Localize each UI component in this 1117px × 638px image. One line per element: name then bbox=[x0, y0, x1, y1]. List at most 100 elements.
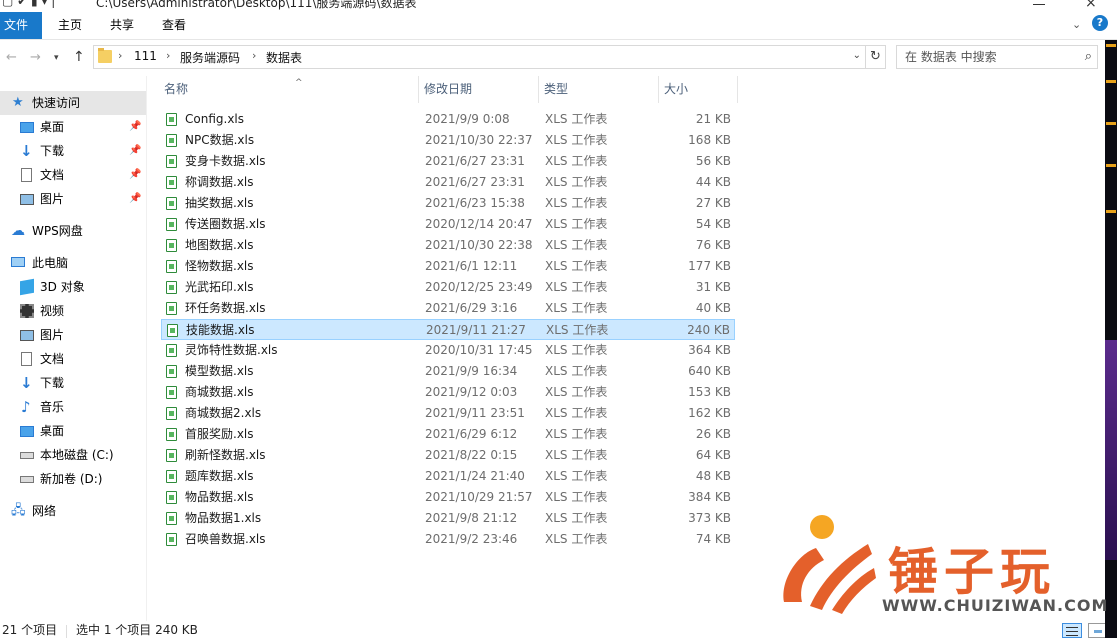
download-icon: ↓ bbox=[20, 374, 33, 392]
sidebar-item-label: 音乐 bbox=[40, 400, 65, 414]
sidebar-item-videos[interactable]: 视频 bbox=[0, 299, 146, 323]
help-icon[interactable]: ? bbox=[1092, 15, 1108, 31]
ribbon-expand-icon[interactable]: ⌄ bbox=[1072, 18, 1081, 31]
column-header-name[interactable]: 名称 ^ bbox=[159, 76, 417, 103]
file-type: XLS 工作表 bbox=[545, 133, 608, 147]
breadcrumb-separator-icon[interactable]: › bbox=[252, 49, 256, 62]
table-row[interactable]: 技能数据.xls 2021/9/11 21:27 XLS 工作表 240 KB bbox=[161, 319, 735, 340]
sidebar-item-documents-pc[interactable]: 文档 bbox=[0, 347, 146, 371]
file-size: 56 KB bbox=[695, 154, 731, 168]
table-row[interactable]: 称调数据.xls 2021/6/27 23:31 XLS 工作表 44 KB bbox=[161, 172, 735, 193]
file-type: XLS 工作表 bbox=[545, 385, 608, 399]
table-row[interactable]: 首服奖励.xls 2021/6/29 6:12 XLS 工作表 26 KB bbox=[161, 424, 735, 445]
file-type: XLS 工作表 bbox=[545, 217, 608, 231]
sidebar-item-this-pc[interactable]: 此电脑 bbox=[0, 251, 146, 275]
sidebar-item-desktop[interactable]: 桌面 📌 bbox=[0, 115, 146, 139]
table-row[interactable]: 召唤兽数据.xls 2021/9/2 23:46 XLS 工作表 74 KB bbox=[161, 529, 735, 550]
table-row[interactable]: 物品数据.xls 2021/10/29 21:57 XLS 工作表 384 KB bbox=[161, 487, 735, 508]
column-header-type[interactable]: 类型 bbox=[538, 76, 658, 103]
download-icon: ↓ bbox=[20, 142, 33, 160]
breadcrumb-111[interactable]: 111 bbox=[134, 49, 157, 63]
file-date: 2021/10/30 22:37 bbox=[425, 133, 533, 147]
sidebar-item-desktop-pc[interactable]: 桌面 bbox=[0, 419, 146, 443]
file-type: XLS 工作表 bbox=[545, 301, 608, 315]
sidebar-item-drive-d[interactable]: 新加卷 (D:) bbox=[0, 467, 146, 491]
back-arrow-icon[interactable]: ← bbox=[6, 50, 17, 65]
file-name: 题库数据.xls bbox=[185, 469, 254, 483]
table-row[interactable]: 地图数据.xls 2021/10/30 22:38 XLS 工作表 76 KB bbox=[161, 235, 735, 256]
forward-arrow-icon[interactable]: → bbox=[30, 50, 41, 65]
sidebar-item-3d-objects[interactable]: 3D 对象 bbox=[0, 275, 146, 299]
file-name: 地图数据.xls bbox=[185, 238, 254, 252]
table-row[interactable]: 抽奖数据.xls 2021/6/23 15:38 XLS 工作表 27 KB bbox=[161, 193, 735, 214]
file-size: 177 KB bbox=[688, 259, 731, 273]
table-row[interactable]: 环任务数据.xls 2021/6/29 3:16 XLS 工作表 40 KB bbox=[161, 298, 735, 319]
tab-share[interactable]: 共享 bbox=[98, 12, 146, 39]
details-view-button[interactable] bbox=[1062, 623, 1082, 638]
pin-icon[interactable]: 📌 bbox=[129, 187, 141, 211]
close-button[interactable]: × bbox=[1085, 0, 1097, 11]
table-row[interactable]: 怪物数据.xls 2021/6/1 12:11 XLS 工作表 177 KB bbox=[161, 256, 735, 277]
table-row[interactable]: 商城数据.xls 2021/9/12 0:03 XLS 工作表 153 KB bbox=[161, 382, 735, 403]
excel-file-icon bbox=[166, 533, 177, 546]
quick-access-toolbar[interactable]: ▢ ✔ ▮ ▾ | bbox=[2, 0, 55, 8]
table-row[interactable]: 模型数据.xls 2021/9/9 16:34 XLS 工作表 640 KB bbox=[161, 361, 735, 382]
file-name: 模型数据.xls bbox=[185, 364, 254, 378]
sidebar-item-downloads[interactable]: ↓ 下载 📌 bbox=[0, 139, 146, 163]
table-row[interactable]: 传送圈数据.xls 2020/12/14 20:47 XLS 工作表 54 KB bbox=[161, 214, 735, 235]
file-date: 2020/12/25 23:49 bbox=[425, 280, 533, 294]
sidebar-item-pictures-pc[interactable]: 图片 bbox=[0, 323, 146, 347]
pin-icon[interactable]: 📌 bbox=[129, 115, 141, 139]
file-name: 怪物数据.xls bbox=[185, 259, 254, 273]
sidebar-item-documents[interactable]: 文档 📌 bbox=[0, 163, 146, 187]
table-row[interactable]: 商城数据2.xls 2021/9/11 23:51 XLS 工作表 162 KB bbox=[161, 403, 735, 424]
table-row[interactable]: 物品数据1.xls 2021/9/8 21:12 XLS 工作表 373 KB bbox=[161, 508, 735, 529]
up-arrow-icon[interactable]: ↑ bbox=[73, 49, 85, 65]
sidebar-item-music[interactable]: ♪ 音乐 bbox=[0, 395, 146, 419]
disk-icon bbox=[20, 452, 34, 459]
table-row[interactable]: Config.xls 2021/9/9 0:08 XLS 工作表 21 KB bbox=[161, 109, 735, 130]
pin-icon[interactable]: 📌 bbox=[129, 163, 141, 187]
sidebar-item-downloads-pc[interactable]: ↓ 下载 bbox=[0, 371, 146, 395]
tab-file[interactable]: 文件 bbox=[0, 12, 42, 39]
table-row[interactable]: 变身卡数据.xls 2021/6/27 23:31 XLS 工作表 56 KB bbox=[161, 151, 735, 172]
file-name: 物品数据.xls bbox=[185, 490, 254, 504]
sidebar-item-pictures[interactable]: 图片 📌 bbox=[0, 187, 146, 211]
column-header-size[interactable]: 大小 bbox=[658, 76, 738, 103]
table-row[interactable]: NPC数据.xls 2021/10/30 22:37 XLS 工作表 168 KB bbox=[161, 130, 735, 151]
file-type: XLS 工作表 bbox=[545, 406, 608, 420]
tab-view[interactable]: 查看 bbox=[150, 12, 198, 39]
file-size: 48 KB bbox=[695, 469, 731, 483]
address-bar[interactable]: › 111 › 服务端源码 › 数据表 ⌄ bbox=[93, 45, 866, 69]
table-row[interactable]: 光武拓印.xls 2020/12/25 23:49 XLS 工作表 31 KB bbox=[161, 277, 735, 298]
search-icon[interactable]: ⌕ bbox=[1085, 49, 1092, 64]
breadcrumb-separator-icon[interactable]: › bbox=[118, 49, 122, 62]
excel-file-icon bbox=[166, 302, 177, 315]
excel-file-icon bbox=[166, 260, 177, 273]
sidebar-item-wps-cloud[interactable]: ☁ WPS网盘 bbox=[0, 219, 146, 243]
file-size: 44 KB bbox=[695, 175, 731, 189]
column-header-date[interactable]: 修改日期 bbox=[418, 76, 538, 103]
search-input[interactable] bbox=[905, 49, 1075, 65]
breadcrumb-data-tables[interactable]: 数据表 bbox=[266, 49, 302, 66]
address-dropdown-icon[interactable]: ⌄ bbox=[853, 50, 861, 61]
breadcrumb-separator-icon[interactable]: › bbox=[166, 49, 170, 62]
refresh-icon[interactable]: ↻ bbox=[866, 45, 886, 69]
sidebar-item-quick-access[interactable]: ★ 快速访问 bbox=[0, 91, 146, 115]
table-row[interactable]: 刷新怪数据.xls 2021/8/22 0:15 XLS 工作表 64 KB bbox=[161, 445, 735, 466]
breadcrumb-server-source[interactable]: 服务端源码 bbox=[180, 49, 240, 66]
minimize-button[interactable] bbox=[1033, 4, 1045, 5]
file-date: 2021/1/24 21:40 bbox=[425, 469, 525, 483]
search-box[interactable]: ⌕ bbox=[896, 45, 1098, 69]
table-row[interactable]: 灵饰特性数据.xls 2020/10/31 17:45 XLS 工作表 364 KB bbox=[161, 340, 735, 361]
table-row[interactable]: 题库数据.xls 2021/1/24 21:40 XLS 工作表 48 KB bbox=[161, 466, 735, 487]
recent-locations-chevron-icon[interactable]: ▾ bbox=[54, 53, 59, 63]
file-name: 刷新怪数据.xls bbox=[185, 448, 266, 462]
tab-home[interactable]: 主页 bbox=[46, 12, 94, 39]
watermark-url: WWW.CHUIZIWAN.COM bbox=[882, 596, 1109, 615]
disk-icon bbox=[20, 476, 34, 483]
sidebar-item-network[interactable]: 🖧 网络 bbox=[0, 499, 146, 523]
sidebar-item-drive-c[interactable]: 本地磁盘 (C:) bbox=[0, 443, 146, 467]
pin-icon[interactable]: 📌 bbox=[129, 139, 141, 163]
excel-file-icon bbox=[166, 428, 177, 441]
